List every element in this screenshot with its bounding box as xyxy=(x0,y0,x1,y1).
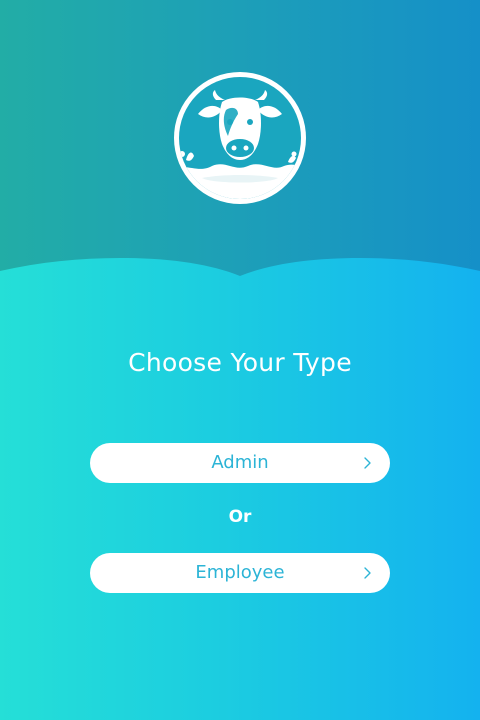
admin-button-label: Admin xyxy=(211,452,269,473)
page-title: Choose Your Type xyxy=(128,348,352,377)
chevron-right-icon xyxy=(364,457,371,469)
employee-button[interactable]: Employee xyxy=(90,553,390,593)
cow-logo xyxy=(172,70,308,206)
chevron-right-icon xyxy=(364,567,371,579)
employee-button-label: Employee xyxy=(195,562,285,583)
cow-milk-logo-icon xyxy=(174,72,306,204)
admin-button[interactable]: Admin xyxy=(90,443,390,483)
or-separator: Or xyxy=(228,507,252,527)
